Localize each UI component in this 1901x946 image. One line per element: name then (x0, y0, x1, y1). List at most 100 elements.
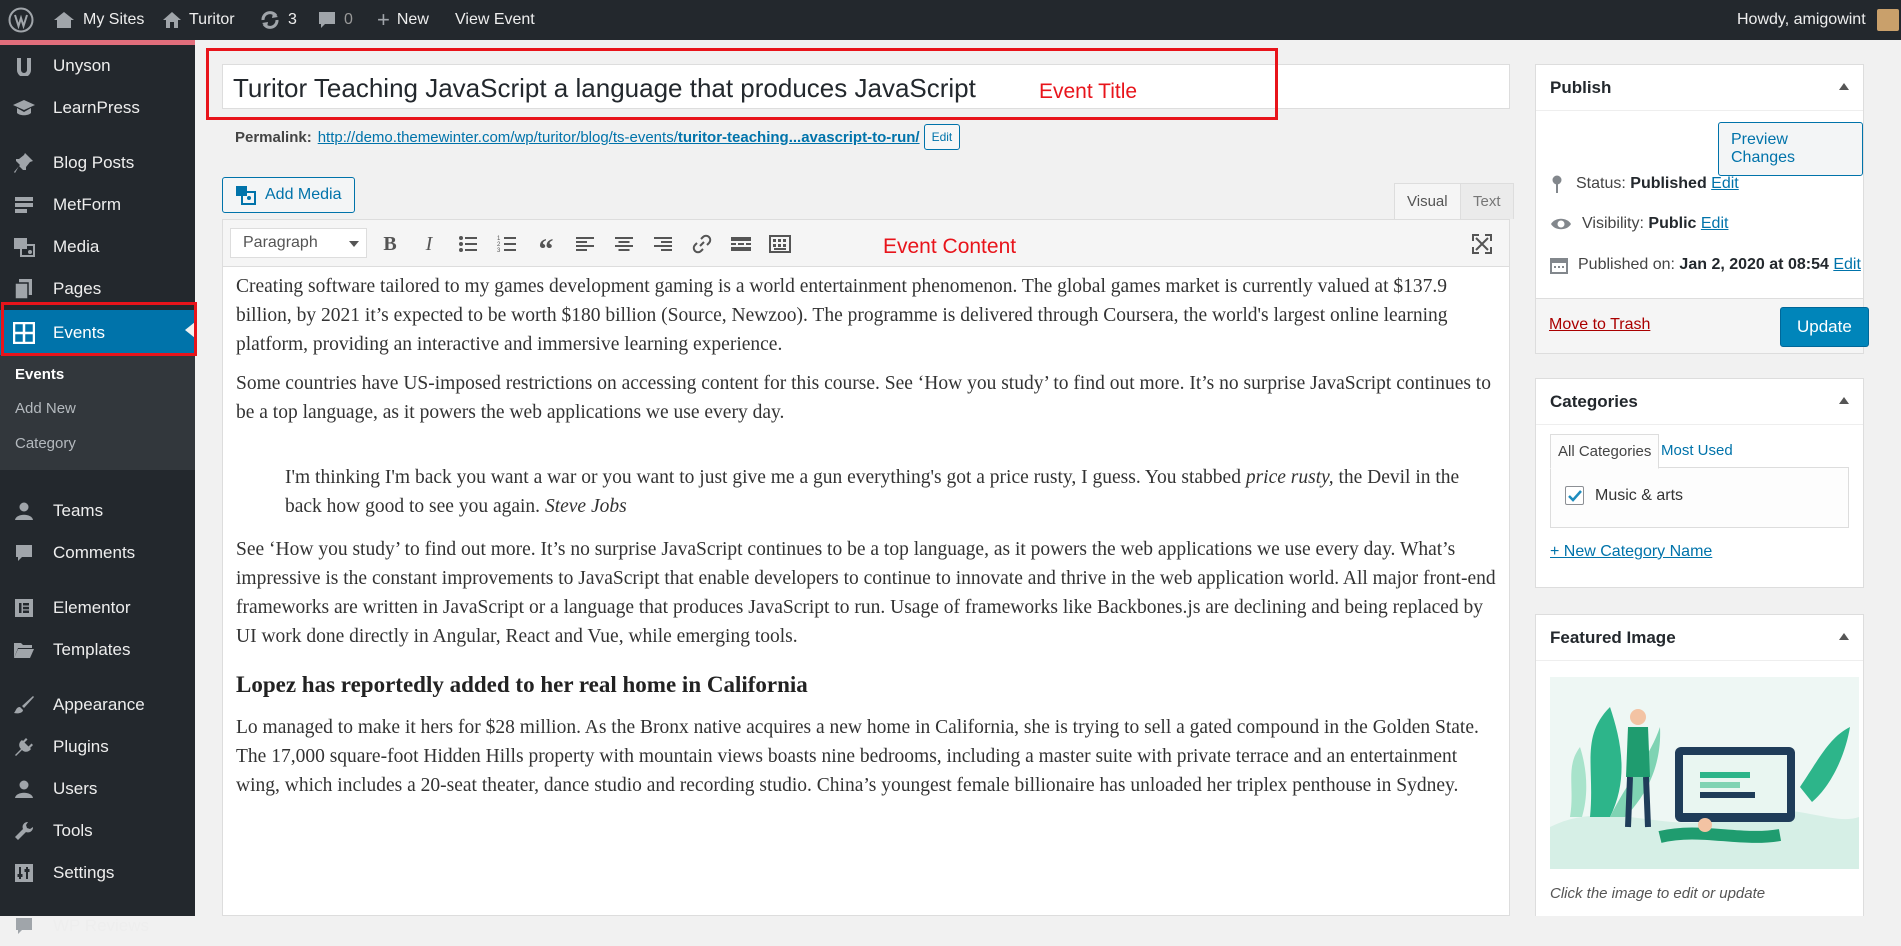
view-event-link[interactable]: View Event (455, 0, 535, 40)
visibility-value: Public (1648, 215, 1697, 232)
update-button[interactable]: Update (1780, 307, 1869, 347)
content-blockquote: I'm thinking I'm back you want a war or … (285, 463, 1498, 521)
category-label: Music & arts (1595, 486, 1684, 504)
align-left-icon[interactable] (573, 232, 597, 256)
sidebar-item-label: WP Reviews (53, 916, 150, 935)
blockquote-icon[interactable]: “ (534, 232, 558, 265)
comment-bubble-icon (319, 12, 335, 28)
add-media-button[interactable]: Add Media (222, 177, 355, 213)
sidebar-item-comments[interactable]: Comments (0, 533, 195, 573)
comments-count: 0 (344, 11, 353, 28)
tab-all-categories[interactable]: All Categories (1550, 434, 1660, 469)
status-edit-link[interactable]: Edit (1711, 175, 1739, 192)
add-media-label: Add Media (265, 186, 342, 203)
sidebar-item-label: Pages (53, 279, 102, 298)
sidebar-item-label: Appearance (53, 695, 145, 714)
sidebar-item-unyson[interactable]: Unyson (0, 46, 195, 86)
my-sites-label: My Sites (83, 11, 145, 28)
collapse-arrow-icon[interactable] (1839, 83, 1849, 90)
sidebar-item-users[interactable]: Users (0, 769, 195, 809)
visibility-edit-link[interactable]: Edit (1701, 215, 1729, 232)
my-sites-menu[interactable]: My Sites (52, 0, 144, 40)
sidebar-item-label: Plugins (53, 737, 109, 756)
sidebar-item-media[interactable]: Media (0, 227, 195, 267)
tab-visual[interactable]: Visual (1394, 183, 1461, 219)
checkbox-checked-icon[interactable] (1565, 486, 1584, 505)
sidebar-item-appearance[interactable]: Appearance (0, 685, 195, 725)
sidebar-item-settings[interactable]: Settings (0, 853, 195, 893)
sidebar-item-label: Blog Posts (53, 153, 135, 172)
account-menu[interactable]: Howdy, amigowint (1737, 0, 1899, 40)
format-select[interactable]: Paragraph (230, 228, 367, 258)
fullscreen-icon[interactable] (1470, 232, 1494, 256)
howdy-label: Howdy, amigowint (1737, 11, 1866, 28)
folder-icon (11, 637, 37, 663)
new-content-menu[interactable]: + New (377, 0, 429, 40)
submenu-item-events[interactable]: Events (15, 366, 64, 383)
align-center-icon[interactable] (612, 232, 636, 256)
featured-image-hint: Click the image to edit or update (1550, 885, 1766, 902)
sidebar-item-learnpress[interactable]: LearnPress (0, 88, 195, 128)
sidebar-item-label: Comments (53, 543, 136, 562)
tab-text[interactable]: Text (1460, 183, 1514, 219)
add-new-category-link[interactable]: + New Category Name (1550, 543, 1712, 561)
sidebar-item-blog-posts[interactable]: Blog Posts (0, 143, 195, 183)
publish-box: Publish Preview Changes Status: Publishe… (1535, 64, 1869, 354)
quote-author: Steve Jobs (544, 496, 627, 517)
preview-changes-button[interactable]: Preview Changes (1718, 122, 1863, 176)
status-value: Published (1630, 175, 1707, 192)
elementor-icon (11, 595, 37, 621)
publish-box-header[interactable]: Publish (1536, 65, 1863, 111)
featured-image-box-header[interactable]: Featured Image (1536, 615, 1863, 661)
updates-menu[interactable]: 3 (259, 0, 297, 40)
submenu-item-category[interactable]: Category (15, 435, 76, 452)
link-icon[interactable] (690, 232, 714, 256)
category-checklist: Music & arts (1550, 467, 1849, 528)
category-item[interactable]: Music & arts (1565, 486, 1683, 505)
sidebar-item-wp-reviews[interactable]: WP Reviews (0, 906, 195, 946)
publish-title: Publish (1550, 78, 1612, 97)
move-to-trash-link[interactable]: Move to Trash (1549, 316, 1650, 334)
sidebar-item-elementor[interactable]: Elementor (0, 588, 195, 628)
bold-icon[interactable]: B (378, 232, 402, 256)
read-more-icon[interactable] (729, 232, 753, 256)
sidebar-item-plugins[interactable]: Plugins (0, 727, 195, 767)
tab-most-used[interactable]: Most Used (1654, 434, 1740, 467)
categories-box: Categories All Categories Most Used Musi… (1535, 378, 1864, 588)
status-row: Status: Published Edit (1550, 174, 1739, 194)
bulleted-list-icon[interactable] (456, 232, 480, 256)
wordpress-logo[interactable] (8, 0, 34, 40)
published-label: Published on: (1578, 256, 1675, 273)
site-name-menu[interactable]: Turitor (162, 0, 235, 40)
sidebar-item-tools[interactable]: Tools (0, 811, 195, 851)
sidebar-accent-bar (0, 40, 195, 45)
align-right-icon[interactable] (651, 232, 675, 256)
sidebar-item-label: Settings (53, 863, 115, 882)
permalink-link[interactable]: http://demo.themewinter.com/wp/turitor/b… (318, 129, 920, 146)
sidebar-item-templates[interactable]: Templates (0, 630, 195, 670)
content-editor[interactable]: Paragraph B I 123 “ Creating software ta… (222, 219, 1510, 916)
permalink-slug: turitor-teaching...avascript-to-run/ (677, 128, 920, 146)
numbered-list-icon[interactable]: 123 (495, 232, 519, 256)
permalink-edit-button[interactable]: Edit (923, 124, 961, 150)
collapse-arrow-icon[interactable] (1839, 397, 1849, 404)
sidebar-item-metform[interactable]: MetForm (0, 185, 195, 225)
comments-menu[interactable]: 0 (317, 0, 353, 40)
italic-icon[interactable]: I (417, 232, 441, 256)
sidebar-item-label: Teams (53, 501, 104, 520)
editor-content[interactable]: Creating software tailored to my games d… (236, 272, 1498, 810)
sidebar-item-teams[interactable]: Teams (0, 491, 195, 531)
person-icon (11, 498, 37, 524)
permalink-row: Permalink: http://demo.themewinter.com/w… (235, 124, 961, 150)
featured-image[interactable] (1550, 677, 1859, 869)
toolbar-toggle-icon[interactable] (768, 232, 792, 256)
categories-box-header[interactable]: Categories (1536, 379, 1863, 425)
submenu-item-add-new[interactable]: Add New (15, 400, 76, 417)
admin-sidebar: Unyson LearnPress Blog Posts MetForm Med… (0, 40, 195, 935)
published-edit-link[interactable]: Edit (1833, 256, 1861, 273)
settings-icon (11, 860, 37, 886)
events-highlight-box (1, 302, 197, 356)
house-icon (54, 12, 74, 28)
media-icon (11, 234, 37, 260)
collapse-arrow-icon[interactable] (1839, 633, 1849, 640)
